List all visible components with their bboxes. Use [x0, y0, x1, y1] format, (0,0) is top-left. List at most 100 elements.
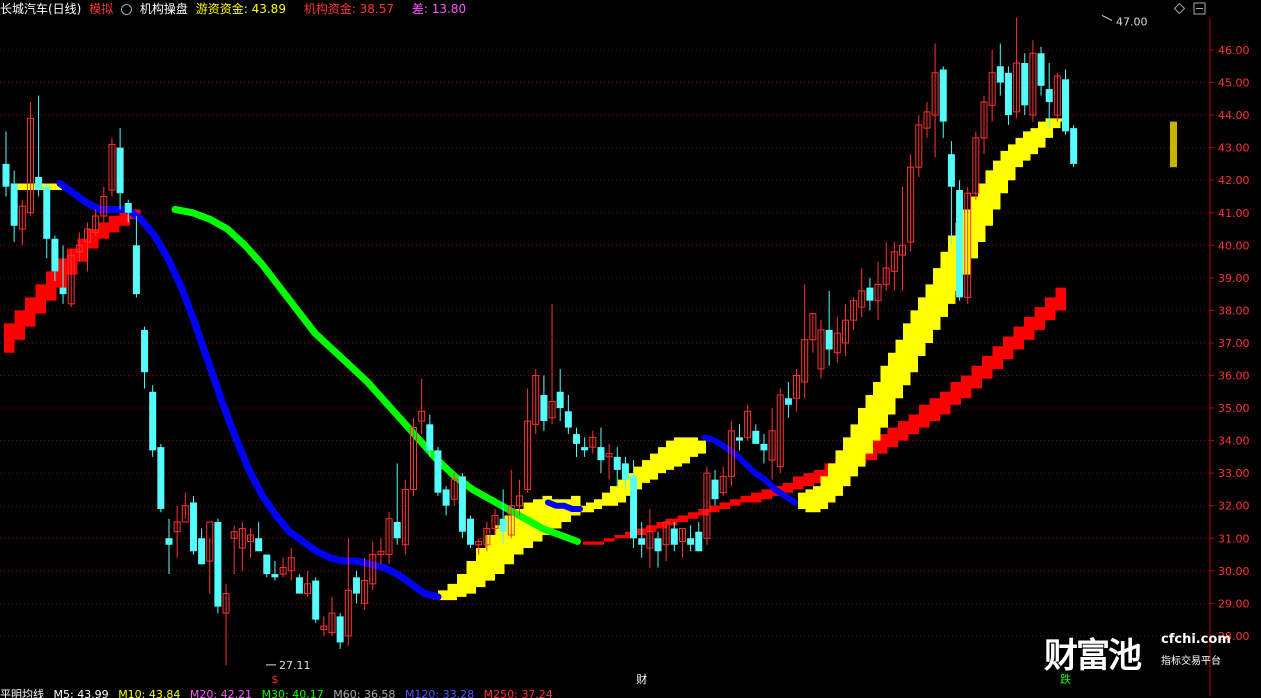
candle-body: [499, 518, 507, 532]
event-marker: $: [271, 673, 278, 686]
candle-body: [956, 189, 964, 298]
ma-bar: 平明均线 M5: 43.99 M10: 43.84 M20: 42.21 M30…: [0, 688, 1210, 698]
candle-body: [581, 447, 589, 451]
candle-body: [1004, 72, 1012, 116]
candle-body: [556, 391, 564, 409]
price-tick-label: 41.00: [1218, 207, 1250, 220]
candle-body: [132, 245, 140, 295]
watermark-subtitle: 指标交易平台: [1161, 656, 1221, 667]
candle-body: [10, 183, 18, 226]
candle-body: [189, 502, 197, 552]
price-chart[interactable]: 28.0029.0030.0031.0032.0033.0034.0035.00…: [0, 0, 1261, 696]
low-marker-label: 27.11: [279, 659, 311, 672]
candle-body: [426, 424, 434, 451]
price-tick-label: 31.00: [1218, 532, 1250, 545]
event-marker: 财: [636, 672, 647, 686]
candle-body: [393, 521, 401, 539]
ma60-value: M60: 36.58: [333, 688, 396, 698]
price-tick-label: 43.00: [1218, 142, 1250, 155]
candle-body: [670, 528, 678, 545]
candle-body: [295, 577, 303, 594]
ma30-value: M30: 40.17: [261, 688, 324, 698]
candle-body: [564, 411, 572, 428]
high-marker-label: 47.00: [1116, 15, 1148, 28]
price-tick-label: 37.00: [1218, 337, 1250, 350]
price-tick-label: 46.00: [1218, 44, 1250, 57]
candle-body: [711, 479, 719, 500]
candle-body: [51, 238, 59, 272]
candle-body: [736, 437, 743, 441]
candle-body: [434, 450, 442, 493]
price-tick-label: 34.00: [1218, 435, 1250, 448]
price-tick-label: 29.00: [1218, 597, 1250, 610]
candle-body: [255, 538, 263, 552]
candle-body: [638, 538, 646, 545]
ma20-value: M20: 42.21: [189, 688, 253, 698]
candle-body: [271, 574, 279, 578]
price-tick-label: 40.00: [1218, 239, 1250, 252]
price-tick-label: 44.00: [1218, 109, 1250, 122]
inst-band-segment: [4, 209, 141, 353]
candle-body: [597, 447, 605, 461]
price-tick-label: 45.00: [1218, 77, 1250, 90]
candle-body: [1037, 53, 1045, 86]
hot-money-band-segment: [578, 437, 706, 513]
high-marker-arrow: [1101, 15, 1113, 21]
candle-body: [312, 580, 320, 620]
watermark: 财富池 cfchi.com 指标交易平台: [1044, 628, 1244, 676]
candle-body: [352, 577, 360, 594]
candle-body: [630, 476, 638, 539]
price-tick-label: 38.00: [1218, 304, 1250, 317]
price-tick-label: 42.00: [1218, 174, 1250, 187]
candle-body: [866, 287, 874, 301]
candle-body: [621, 463, 629, 480]
candle-body: [263, 554, 271, 575]
candle-body: [752, 430, 760, 444]
hot-money-band-segment: [798, 118, 1068, 513]
candle-body: [784, 398, 792, 405]
watermark-logo: 财富池: [1044, 636, 1142, 676]
price-tick-label: 35.00: [1218, 402, 1250, 415]
candle-body: [613, 456, 621, 470]
candle-body: [1045, 89, 1053, 103]
candle-body: [760, 443, 768, 451]
candle-body: [141, 329, 149, 373]
candle-body: [59, 287, 67, 295]
candle-body: [540, 395, 548, 422]
candle-body: [165, 538, 173, 545]
candle-body: [1062, 79, 1069, 132]
candle-body: [458, 476, 466, 532]
ma250-value: M250: 37.24: [483, 688, 553, 698]
price-tick-label: 36.00: [1218, 370, 1250, 383]
candle-body: [442, 489, 450, 506]
candle-body: [198, 538, 206, 565]
candle-body: [336, 616, 344, 643]
ma120-value: M120: 33.28: [404, 688, 475, 698]
candle-body: [573, 434, 580, 444]
candle-body: [35, 176, 43, 190]
candle-body: [695, 531, 703, 552]
candle-body: [2, 163, 10, 187]
price-tick-label: 30.00: [1218, 565, 1250, 578]
candle-body: [1070, 128, 1078, 164]
candle-body: [43, 186, 51, 239]
candle-body: [654, 538, 662, 552]
candle-body: [214, 521, 222, 607]
candle-body-last: [1170, 121, 1177, 168]
candle-body: [149, 391, 157, 451]
candle-body: [687, 538, 695, 545]
candle-body: [467, 518, 475, 545]
watermark-site: cfchi.com: [1161, 632, 1231, 647]
candle-body: [124, 202, 132, 213]
ma5-value: M5: 43.99: [53, 688, 109, 698]
candle-body: [825, 329, 833, 350]
price-tick-label: 33.00: [1218, 467, 1250, 480]
ma-name[interactable]: 平明均线: [0, 688, 44, 698]
ma10-value: M10: 43.84: [118, 688, 181, 698]
candle-body: [939, 69, 947, 122]
price-tick-label: 32.00: [1218, 500, 1250, 513]
candle-body: [947, 154, 955, 187]
candle-body: [157, 447, 165, 509]
candle-body: [1021, 63, 1029, 106]
price-tick-label: 39.00: [1218, 272, 1250, 285]
